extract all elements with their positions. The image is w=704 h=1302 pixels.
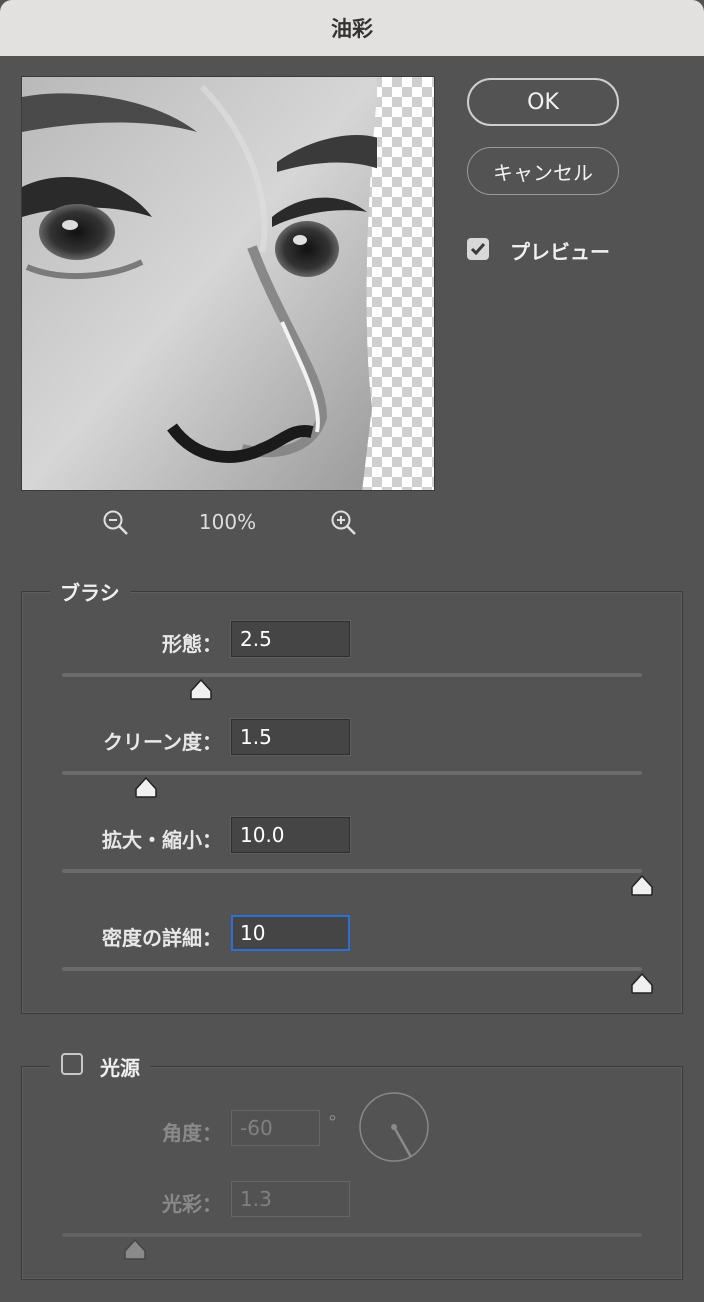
preview-label: プレビュー: [510, 240, 610, 264]
bristle-detail-field[interactable]: 10: [231, 915, 350, 951]
shine-slider-thumb[interactable]: [123, 1239, 147, 1260]
shine-slider[interactable]: [62, 1233, 642, 1237]
cleanliness-slider-thumb[interactable]: [134, 777, 158, 798]
lighting-checkbox[interactable]: [61, 1053, 83, 1075]
stylization-slider-thumb[interactable]: [189, 679, 213, 700]
zoom-level: 100%: [198, 510, 257, 534]
shine-label: 光彩：: [162, 1192, 222, 1216]
scale-label: 拡大・縮小：: [102, 828, 222, 852]
cancel-button-label: キャンセル: [493, 160, 593, 185]
brush-legend: ブラシ: [50, 577, 130, 606]
preview-checkbox[interactable]: [467, 238, 489, 260]
angle-dial[interactable]: [358, 1091, 430, 1163]
cleanliness-field[interactable]: 1.5: [231, 719, 350, 755]
cleanliness-label: クリーン度：: [103, 730, 222, 754]
angle-field[interactable]: -60: [231, 1110, 320, 1146]
lighting-legend: 光源: [100, 1056, 140, 1080]
angle-label: 角度：: [162, 1121, 222, 1145]
scale-field[interactable]: 10.0: [231, 817, 350, 853]
scale-slider[interactable]: [62, 869, 642, 873]
dialog-titlebar: 油彩: [0, 0, 704, 56]
stylization-field[interactable]: 2.5: [231, 621, 350, 657]
degree-symbol: °: [328, 1112, 337, 1133]
face-preview-graphic: [22, 77, 377, 490]
dialog-title: 油彩: [331, 17, 373, 41]
zoom-out-icon[interactable]: [102, 509, 130, 537]
cleanliness-slider[interactable]: [62, 771, 642, 775]
bristle-detail-slider-thumb[interactable]: [630, 973, 654, 994]
bristle-detail-slider[interactable]: [62, 967, 642, 971]
ok-button[interactable]: OK: [467, 78, 619, 126]
ok-button-label: OK: [527, 89, 559, 115]
stylization-slider[interactable]: [62, 673, 642, 677]
lighting-group: [21, 1066, 683, 1280]
cancel-button[interactable]: キャンセル: [467, 147, 619, 195]
zoom-in-icon[interactable]: [330, 509, 358, 537]
shine-field[interactable]: 1.3: [231, 1181, 350, 1217]
checkmark-icon: [470, 243, 486, 256]
bristle-detail-label: 密度の詳細：: [102, 926, 222, 950]
scale-slider-thumb[interactable]: [630, 875, 654, 896]
preview-image[interactable]: [21, 76, 435, 491]
stylization-label: 形態：: [162, 632, 222, 656]
